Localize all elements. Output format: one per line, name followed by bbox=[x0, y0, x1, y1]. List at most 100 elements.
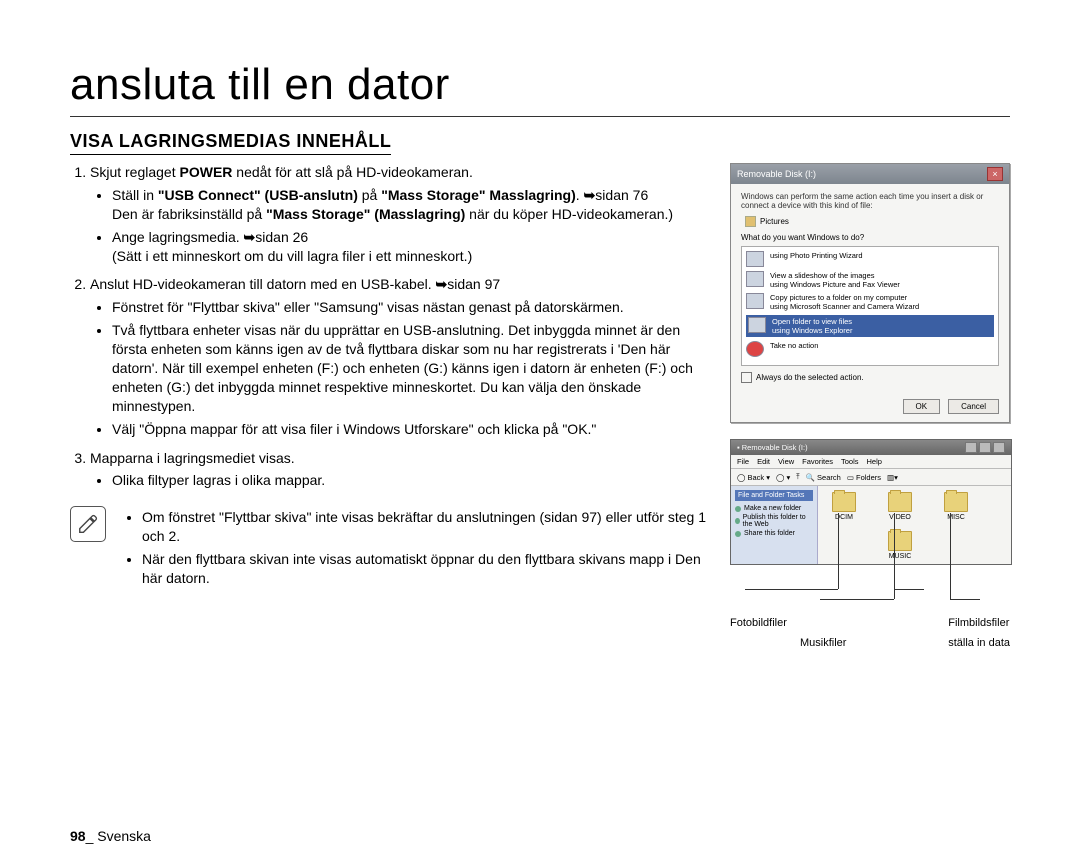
dialog-intro: Windows can perform the same action each… bbox=[741, 192, 999, 210]
up-button[interactable]: ⤒ bbox=[796, 472, 799, 482]
step2-sublist: Fönstret för "Flyttbar skiva" eller "Sam… bbox=[90, 298, 710, 438]
step1-bullet1: Ställ in "USB Connect" (USB-anslutn) på … bbox=[112, 186, 710, 224]
menu-help[interactable]: Help bbox=[867, 457, 882, 466]
menu-view[interactable]: View bbox=[778, 457, 794, 466]
no-action-icon bbox=[746, 341, 764, 357]
menu-file[interactable]: File bbox=[737, 457, 749, 466]
dialog-title: Removable Disk (I:) bbox=[737, 169, 816, 179]
step2-bullet1: Fönstret för "Flyttbar skiva" eller "Sam… bbox=[112, 298, 710, 317]
minimize-icon[interactable] bbox=[965, 442, 977, 453]
close-icon[interactable]: × bbox=[987, 167, 1003, 181]
maximize-icon[interactable] bbox=[979, 442, 991, 453]
step1-text: Skjut reglaget POWER nedåt för att slå p… bbox=[90, 164, 473, 180]
sidebar-item-share[interactable]: Share this folder bbox=[735, 529, 813, 538]
back-button[interactable]: ◯ Back ▾ bbox=[737, 473, 770, 482]
menu-edit[interactable]: Edit bbox=[757, 457, 770, 466]
explorer-content: DCIM VIDEO MISC MUSIC bbox=[818, 486, 1011, 564]
note-2: När den flyttbara skivan inte visas auto… bbox=[142, 550, 710, 588]
folders-button[interactable]: ▭ Folders bbox=[847, 473, 881, 482]
cancel-button[interactable]: Cancel bbox=[948, 399, 999, 414]
printer-icon bbox=[746, 251, 764, 267]
section-title: VISA LAGRINGSMEDIAS INNEHÅLL bbox=[70, 131, 391, 155]
explorer-titlebar: ▪ Removable Disk (I:) bbox=[731, 440, 1011, 455]
folder-icon bbox=[748, 317, 766, 333]
step-1: Skjut reglaget POWER nedåt för att slå p… bbox=[90, 163, 710, 265]
step3-sublist: Olika filtyper lagras i olika mappar. bbox=[90, 471, 710, 490]
autoplay-dialog: Removable Disk (I:) × Windows can perfor… bbox=[730, 163, 1010, 423]
folder-icon bbox=[888, 531, 912, 551]
explorer-menubar: File Edit View Favorites Tools Help bbox=[731, 455, 1011, 469]
step1-sublist: Ställ in "USB Connect" (USB-anslutn) på … bbox=[90, 186, 710, 266]
camera-icon bbox=[746, 293, 764, 309]
step-2: Anslut HD-videokameran till datorn med e… bbox=[90, 275, 710, 438]
page-number: 98 bbox=[70, 828, 86, 844]
option-list[interactable]: using Photo Printing Wizard View a slide… bbox=[741, 246, 999, 366]
folder-dcim[interactable]: DCIM bbox=[826, 492, 862, 521]
folder-icon bbox=[832, 492, 856, 512]
steps-list: Skjut reglaget POWER nedåt för att slå p… bbox=[70, 163, 710, 490]
explorer-window: ▪ Removable Disk (I:) File Edit View Fav… bbox=[730, 439, 1012, 565]
step2-bullet3: Välj "Öppna mappar för att visa filer i … bbox=[112, 420, 710, 439]
note-list: Om fönstret "Flyttbar skiva" inte visas … bbox=[120, 508, 710, 592]
step3-bullet1: Olika filtyper lagras i olika mappar. bbox=[112, 471, 710, 490]
window-buttons bbox=[965, 442, 1005, 453]
section-heading-wrap: VISA LAGRINGSMEDIAS INNEHÅLL bbox=[70, 121, 1010, 163]
option-printing-wizard[interactable]: using Photo Printing Wizard bbox=[746, 251, 994, 267]
menu-favorites[interactable]: Favorites bbox=[802, 457, 833, 466]
slideshow-icon bbox=[746, 271, 764, 287]
sidebar-header: File and Folder Tasks bbox=[735, 490, 813, 501]
always-checkbox-row[interactable]: Always do the selected action. bbox=[741, 372, 999, 383]
page-footer: 98_ Svenska bbox=[70, 828, 151, 844]
dialog-body: Windows can perform the same action each… bbox=[731, 184, 1009, 391]
arrow-icon: ➥ bbox=[244, 229, 256, 245]
dialog-titlebar: Removable Disk (I:) × bbox=[731, 164, 1009, 184]
folder-music[interactable]: MUSIC bbox=[882, 531, 918, 560]
label-photo-files: Fotobildfiler bbox=[730, 617, 846, 629]
pictures-icon bbox=[745, 216, 756, 227]
forward-button[interactable]: ◯ ▾ bbox=[776, 473, 790, 482]
note-icon bbox=[70, 506, 106, 542]
note-1: Om fönstret "Flyttbar skiva" inte visas … bbox=[142, 508, 710, 546]
close-icon[interactable] bbox=[993, 442, 1005, 453]
folder-icon bbox=[944, 492, 968, 512]
folder-misc[interactable]: MISC bbox=[938, 492, 974, 521]
page-title: ansluta till en dator bbox=[70, 60, 1010, 117]
leader-lines bbox=[730, 565, 1010, 599]
menu-tools[interactable]: Tools bbox=[841, 457, 859, 466]
ok-button[interactable]: OK bbox=[903, 399, 941, 414]
content-row: Skjut reglaget POWER nedåt för att slå p… bbox=[70, 163, 1010, 649]
folder-video[interactable]: VIDEO bbox=[882, 492, 918, 521]
explorer-toolbar: ◯ Back ▾ ◯ ▾ ⤒ 🔍 Search ▭ Folders ▥▾ bbox=[731, 469, 1011, 486]
explorer-body: File and Folder Tasks Make a new folder … bbox=[731, 486, 1011, 564]
folder-icon bbox=[888, 492, 912, 512]
dialog-question: What do you want Windows to do? bbox=[741, 233, 999, 242]
arrow-icon: ➥ bbox=[584, 187, 596, 203]
label-video-files: Filmbildsfiler bbox=[948, 617, 1010, 629]
checkbox-icon[interactable] bbox=[741, 372, 752, 383]
step1-bullet2: Ange lagringsmedia. ➥sidan 26 (Sätt i et… bbox=[112, 228, 710, 266]
step-3: Mapparna i lagringsmediet visas. Olika f… bbox=[90, 449, 710, 491]
step2-bullet2: Två flyttbara enheter visas när du upprä… bbox=[112, 321, 710, 415]
option-slideshow[interactable]: View a slideshow of the imagesusing Wind… bbox=[746, 271, 994, 289]
footer-language: Svenska bbox=[97, 828, 151, 844]
sidebar-item-publish[interactable]: Publish this folder to the Web bbox=[735, 513, 813, 529]
arrow-icon: ➥ bbox=[436, 276, 448, 292]
sidebar-item-new-folder[interactable]: Make a new folder bbox=[735, 504, 813, 513]
note-block: Om fönstret "Flyttbar skiva" inte visas … bbox=[70, 504, 710, 596]
explorer-title: ▪ Removable Disk (I:) bbox=[737, 443, 808, 452]
manual-page: ansluta till en dator VISA LAGRINGSMEDIA… bbox=[0, 0, 1080, 868]
folder-labels: Fotobildfiler Musikfiler Filmbildsfiler … bbox=[730, 617, 1010, 649]
pencil-icon bbox=[77, 513, 99, 535]
screenshot-column: Removable Disk (I:) × Windows can perfor… bbox=[730, 163, 1010, 649]
label-music-files: Musikfiler bbox=[800, 637, 846, 649]
text-column: Skjut reglaget POWER nedåt för att slå p… bbox=[70, 163, 710, 649]
dialog-buttons: OK Cancel bbox=[731, 391, 1009, 422]
explorer-sidebar: File and Folder Tasks Make a new folder … bbox=[731, 486, 818, 564]
label-config-data: ställa in data bbox=[948, 637, 1010, 649]
option-copy-pictures[interactable]: Copy pictures to a folder on my computer… bbox=[746, 293, 994, 311]
views-button[interactable]: ▥▾ bbox=[887, 473, 898, 482]
content-type: Pictures bbox=[745, 216, 999, 227]
search-button[interactable]: 🔍 Search bbox=[806, 473, 841, 482]
option-open-folder[interactable]: Open folder to view filesusing Windows E… bbox=[746, 315, 994, 337]
option-no-action[interactable]: Take no action bbox=[746, 341, 994, 357]
